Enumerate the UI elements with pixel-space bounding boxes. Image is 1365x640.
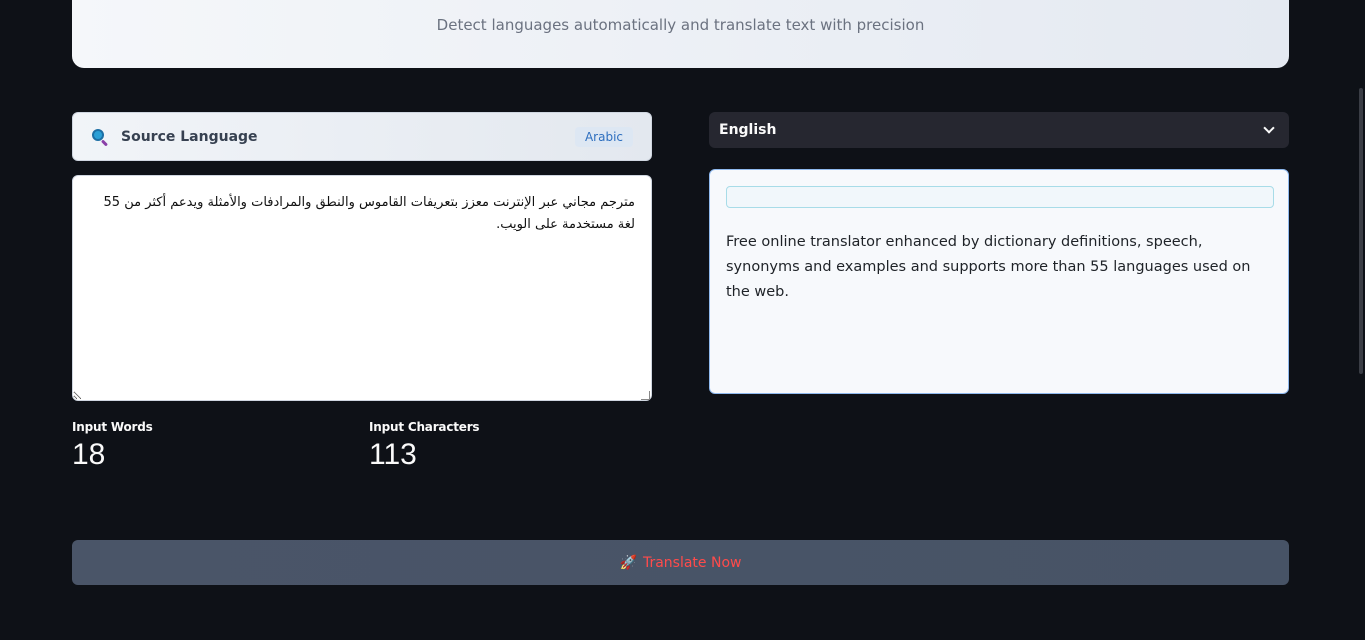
source-language-label: Source Language (121, 128, 258, 145)
search-icon (91, 128, 109, 147)
input-words-label: Input Words (72, 420, 153, 434)
input-characters-metric: Input Characters 113 (369, 420, 480, 472)
header-banner: Detect languages automatically and trans… (72, 0, 1289, 68)
detected-language-badge: Arabic (574, 126, 633, 147)
input-words-value: 18 (72, 438, 106, 471)
input-words-metric: Input Words 18 (72, 420, 153, 472)
target-language-value: English (719, 122, 777, 138)
translate-now-button[interactable]: 🚀 Translate Now (72, 540, 1289, 585)
translation-output-panel: Free online translator enhanced by dicti… (709, 169, 1289, 394)
translation-output-text: Free online translator enhanced by dicti… (726, 234, 1251, 300)
input-characters-value: 113 (369, 438, 417, 471)
rocket-icon: 🚀 (619, 554, 637, 571)
header-subtitle: Detect languages automatically and trans… (436, 16, 925, 34)
translate-now-label: Translate Now (642, 554, 742, 571)
translator-page: Detect languages automatically and trans… (0, 0, 1365, 640)
chevron-down-icon (1263, 122, 1275, 134)
source-text-input[interactable] (72, 175, 652, 401)
page-scrollbar[interactable] (1359, 88, 1363, 374)
source-language-card: Source Language Arabic (72, 112, 652, 161)
output-progress-bar (726, 186, 1274, 208)
target-language-select[interactable]: English (709, 112, 1289, 148)
input-characters-label: Input Characters (369, 420, 480, 434)
